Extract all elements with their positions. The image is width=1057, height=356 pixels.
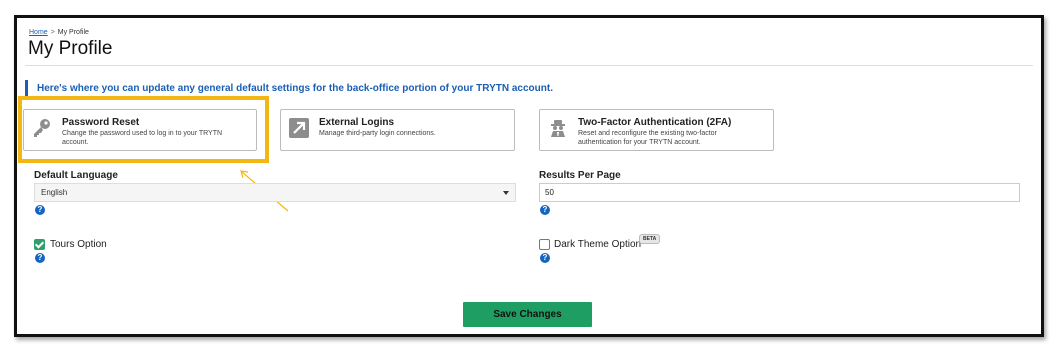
beta-badge: BETA bbox=[639, 234, 661, 244]
save-changes-button[interactable]: Save Changes bbox=[463, 302, 592, 327]
highlight-box bbox=[18, 96, 269, 163]
breadcrumb: Home > My Profile bbox=[29, 29, 89, 36]
page-title: My Profile bbox=[28, 38, 113, 59]
default-language-label: Default Language bbox=[34, 170, 118, 181]
help-icon-tours[interactable]: ? bbox=[35, 253, 45, 263]
external-link-icon bbox=[289, 118, 309, 138]
info-banner: Here's where you can update any general … bbox=[25, 80, 1025, 97]
spy-icon bbox=[551, 120, 565, 137]
results-per-page-input[interactable]: 50 bbox=[539, 183, 1020, 202]
default-language-select[interactable]: English bbox=[34, 183, 516, 202]
title-divider bbox=[25, 65, 1033, 66]
external-logins-title: External Logins bbox=[319, 117, 395, 128]
external-logins-desc: Manage third-party login connections. bbox=[319, 130, 436, 137]
dark-theme-label: Dark Theme Option bbox=[554, 239, 642, 250]
help-icon-results[interactable]: ? bbox=[540, 205, 550, 215]
results-per-page-label: Results Per Page bbox=[539, 170, 621, 181]
two-factor-desc: Reset and reconfigure the existing two-f… bbox=[578, 130, 717, 146]
tours-option-label: Tours Option bbox=[50, 239, 107, 250]
profile-window: Home > My Profile My Profile Here's where … bbox=[14, 15, 1044, 337]
help-icon-language[interactable]: ? bbox=[35, 205, 45, 215]
two-factor-title: Two-Factor Authentication (2FA) bbox=[578, 117, 732, 128]
breadcrumb-current: My Profile bbox=[57, 29, 89, 36]
breadcrumb-separator: > bbox=[50, 29, 55, 36]
tours-option-checkbox[interactable] bbox=[34, 239, 45, 250]
two-factor-card[interactable]: Two-Factor Authentication (2FA) Reset an… bbox=[539, 109, 774, 151]
external-logins-card[interactable]: External Logins Manage third-party login… bbox=[280, 109, 515, 151]
breadcrumb-home-link[interactable]: Home bbox=[29, 29, 48, 36]
chevron-down-icon bbox=[503, 191, 509, 195]
default-language-value: English bbox=[41, 188, 68, 197]
dark-theme-checkbox[interactable] bbox=[539, 239, 550, 250]
help-icon-dark-theme[interactable]: ? bbox=[540, 253, 550, 263]
